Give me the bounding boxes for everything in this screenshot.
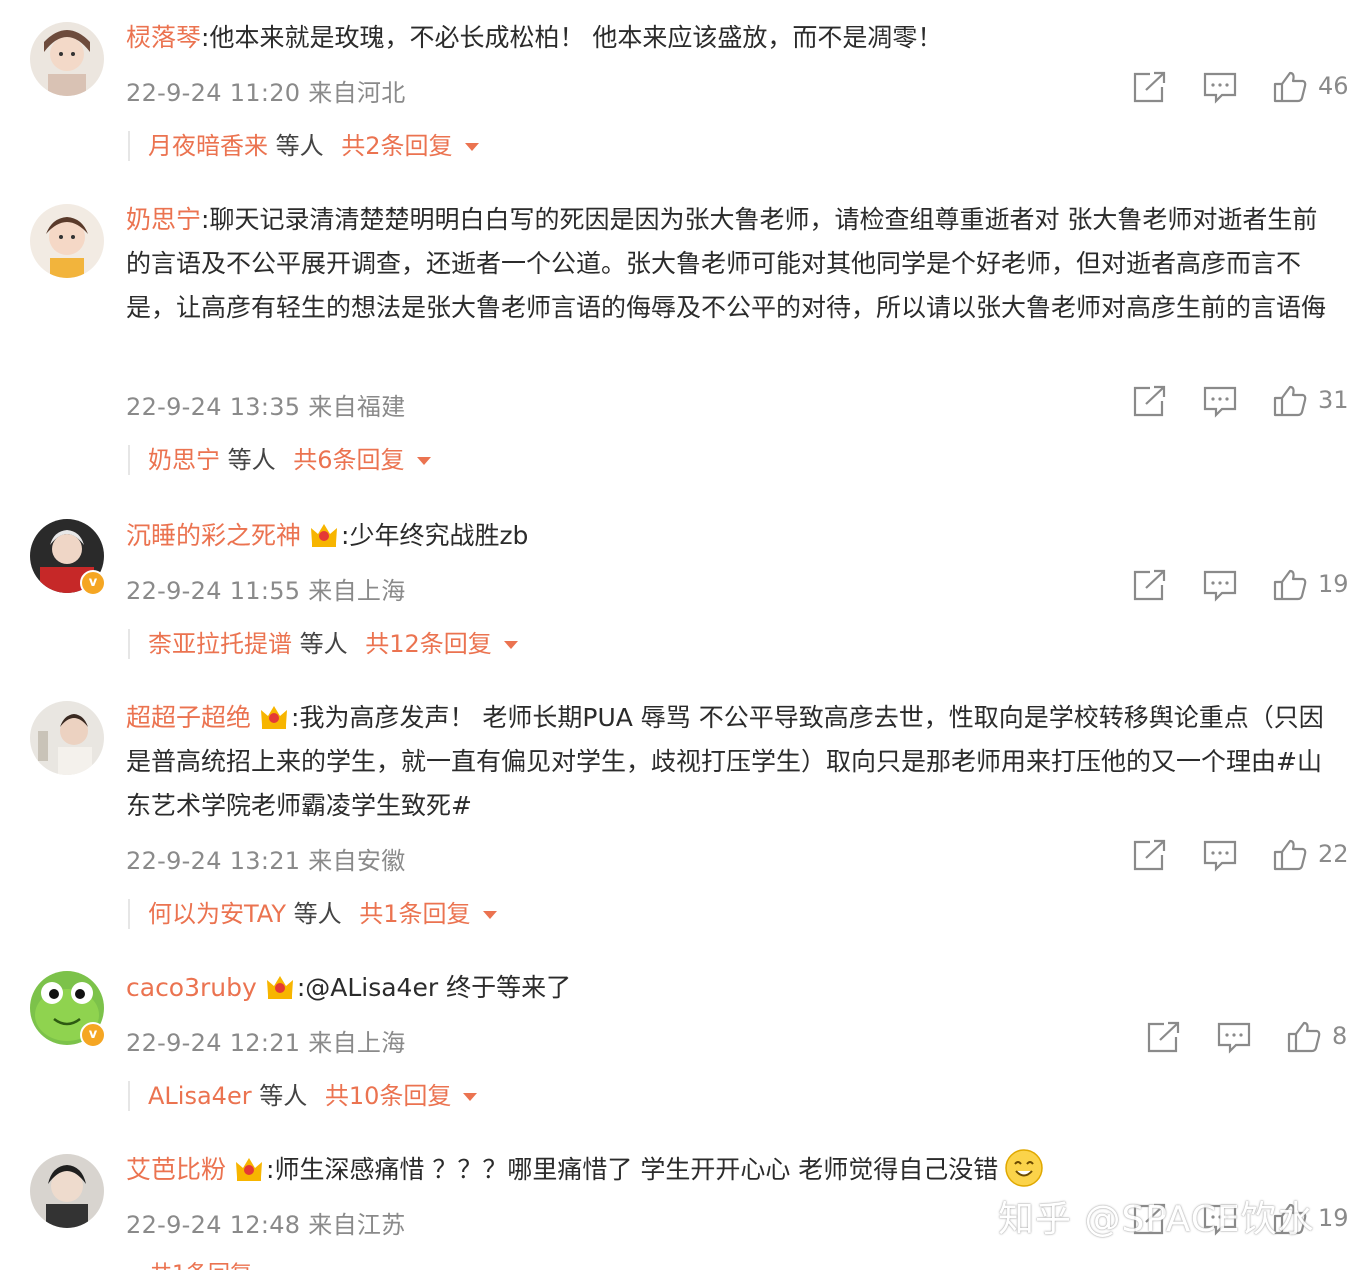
chevron-down-icon[interactable] bbox=[503, 641, 518, 649]
reply-total[interactable]: 共1条回复 bbox=[359, 900, 470, 928]
comment-text: 艾芭比粉 :师生深感痛惜 ？？？哪里痛惜了 学生开开心心 老师觉得自己没错 bbox=[126, 1148, 1340, 1192]
comment-meta: 22-9-24 13:21 来自安徽 bbox=[126, 847, 406, 875]
comment-actions: 31 bbox=[1132, 384, 1352, 420]
comment-body: :我为高彦发声！ 老师长期PUA 辱骂 不公平导致高彦去世，性取向是学校转移舆论… bbox=[126, 703, 1324, 820]
comment-meta: 22-9-24 11:55 来自上海 bbox=[126, 577, 406, 605]
reply-username[interactable]: 柰亚拉托提谱 bbox=[148, 630, 292, 658]
reply-label: 等人 bbox=[286, 900, 350, 928]
like-count: 46 bbox=[1318, 72, 1349, 100]
comment-body: :聊天记录清清楚楚明明白白写的死因是因为张大鲁老师，请检查组尊重逝者对 张大鲁老… bbox=[126, 205, 1327, 322]
reply-username[interactable]: 月夜暗香来 bbox=[148, 132, 268, 160]
reply-username[interactable]: 奶思宁 bbox=[148, 446, 220, 474]
like-button[interactable]: 8 bbox=[1286, 1020, 1347, 1054]
like-button[interactable]: 19 bbox=[1272, 568, 1349, 602]
like-count: 8 bbox=[1332, 1022, 1348, 1050]
like-button[interactable]: 46 bbox=[1272, 70, 1349, 104]
chevron-down-icon[interactable] bbox=[464, 143, 479, 151]
comment-meta: 22-9-24 13:35 来自福建 bbox=[126, 393, 406, 421]
comment-username[interactable]: 超超子超绝 bbox=[126, 703, 251, 732]
comment-username[interactable]: 沉睡的彩之死神 bbox=[126, 521, 301, 550]
crown-badge-icon bbox=[265, 971, 295, 999]
like-count: 31 bbox=[1318, 386, 1349, 414]
verified-badge-icon: v bbox=[80, 570, 106, 596]
chevron-down-icon[interactable] bbox=[482, 911, 497, 919]
comment-icon[interactable] bbox=[1202, 568, 1238, 602]
reply-label: 等人 bbox=[220, 446, 284, 474]
comment-body: :少年终究战胜zb bbox=[341, 521, 529, 550]
comment-meta: 22-9-24 12:21 来自上海 bbox=[126, 1029, 406, 1057]
share-icon[interactable] bbox=[1132, 70, 1168, 104]
comment-text: 奶思宁:聊天记录清清楚楚明明白白写的死因是因为张大鲁老师，请检查组尊重逝者对 张… bbox=[126, 198, 1340, 330]
crown-badge-icon bbox=[234, 1153, 264, 1181]
comment-icon[interactable] bbox=[1202, 70, 1238, 104]
like-button[interactable]: 31 bbox=[1272, 384, 1349, 418]
reply-username[interactable]: ALisa4er bbox=[148, 1082, 252, 1110]
comment-body: :师生深感痛惜 ？？？哪里痛惜了 学生开开心心 老师觉得自己没错 bbox=[266, 1155, 999, 1184]
comment-text: caco3ruby :@ALisa4er 终于等来了 bbox=[126, 966, 1340, 1010]
share-icon[interactable] bbox=[1146, 1020, 1182, 1054]
avatar[interactable] bbox=[30, 22, 104, 96]
reply-summary[interactable]: 共1条回复 bbox=[150, 1256, 252, 1270]
comment-actions: 22 bbox=[1132, 838, 1352, 874]
reply-username[interactable]: 何以为安TAY bbox=[148, 900, 286, 928]
reply-label: 等人 bbox=[292, 630, 356, 658]
share-icon[interactable] bbox=[1132, 384, 1168, 418]
like-count: 19 bbox=[1318, 570, 1349, 598]
comment-actions: 46 bbox=[1132, 70, 1352, 106]
share-icon[interactable] bbox=[1132, 838, 1168, 872]
share-icon[interactable] bbox=[1132, 568, 1168, 602]
reply-total[interactable]: 共12条回复 bbox=[365, 630, 492, 658]
like-count: 22 bbox=[1318, 840, 1349, 868]
comment-username[interactable]: 奶思宁 bbox=[126, 205, 201, 234]
like-count: 19 bbox=[1318, 1204, 1349, 1232]
reply-summary[interactable]: 柰亚拉托提谱 等人 共12条回复 bbox=[128, 629, 518, 659]
chevron-down-icon[interactable] bbox=[463, 1093, 478, 1101]
reply-label: 等人 bbox=[251, 1082, 315, 1110]
comment-icon[interactable] bbox=[1202, 384, 1238, 418]
smile-emoji-icon bbox=[1004, 1148, 1044, 1188]
avatar[interactable] bbox=[30, 701, 104, 775]
reply-summary[interactable]: ALisa4er 等人 共10条回复 bbox=[128, 1081, 478, 1111]
comment-text: 沉睡的彩之死神 :少年终究战胜zb bbox=[126, 514, 1340, 558]
avatar[interactable] bbox=[30, 1154, 104, 1228]
reply-summary[interactable]: 奶思宁 等人 共6条回复 bbox=[128, 445, 431, 475]
comment-icon[interactable] bbox=[1202, 838, 1238, 872]
reply-total[interactable]: 共10条回复 bbox=[325, 1082, 452, 1110]
reply-label: 等人 bbox=[268, 132, 332, 160]
comment-username[interactable]: 艾芭比粉 bbox=[126, 1155, 226, 1184]
comment-body: :他本来就是玫瑰，不必长成松柏！ 他本来应该盛放，而不是凋零！ bbox=[201, 23, 943, 52]
comment-username[interactable]: caco3ruby bbox=[126, 973, 257, 1002]
comment-username[interactable]: 棂落琴 bbox=[126, 23, 201, 52]
comment-body: :@ALisa4er 终于等来了 bbox=[296, 973, 572, 1002]
comment-actions: 8 bbox=[1146, 1020, 1356, 1056]
comment-text: 超超子超绝:我为高彦发声！ 老师长期PUA 辱骂 不公平导致高彦去世，性取向是学… bbox=[126, 696, 1340, 828]
chevron-down-icon[interactable] bbox=[416, 457, 431, 465]
avatar[interactable] bbox=[30, 204, 104, 278]
verified-badge-icon: v bbox=[80, 1022, 106, 1048]
reply-total[interactable]: 共2条回复 bbox=[341, 132, 452, 160]
crown-badge-icon bbox=[309, 519, 339, 547]
watermark: 知乎 @SPACE饮水 bbox=[998, 1199, 1315, 1240]
reply-summary[interactable]: 何以为安TAY 等人 共1条回复 bbox=[128, 899, 497, 929]
crown-badge-icon bbox=[259, 701, 289, 729]
reply-total[interactable]: 共6条回复 bbox=[293, 446, 404, 474]
like-button[interactable]: 22 bbox=[1272, 838, 1349, 872]
comment-meta: 22-9-24 12:48 来自江苏 bbox=[126, 1211, 406, 1239]
comment-icon[interactable] bbox=[1216, 1020, 1252, 1054]
comment-actions: 19 bbox=[1132, 568, 1352, 604]
comment-meta: 22-9-24 11:20 来自河北 bbox=[126, 79, 406, 107]
reply-summary[interactable]: 月夜暗香来 等人 共2条回复 bbox=[128, 131, 479, 161]
comment-text: 棂落琴:他本来就是玫瑰，不必长成松柏！ 他本来应该盛放，而不是凋零！ bbox=[126, 16, 1340, 60]
